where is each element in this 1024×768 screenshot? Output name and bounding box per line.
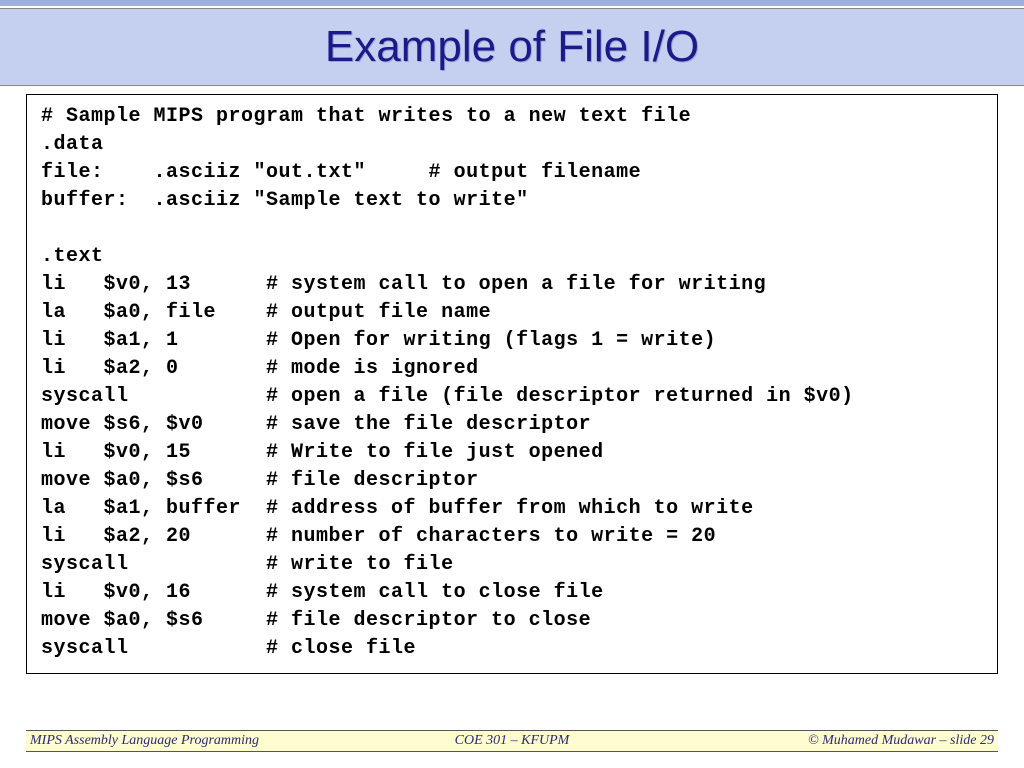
footer-left: MIPS Assembly Language Programming bbox=[30, 733, 351, 749]
slide-title: Example of File I/O bbox=[325, 22, 699, 72]
title-band: Example of File I/O bbox=[0, 8, 1024, 86]
footer-center: COE 301 – KFUPM bbox=[351, 733, 672, 749]
footer: MIPS Assembly Language Programming COE 3… bbox=[26, 730, 998, 752]
slide: Example of File I/O # Sample MIPS progra… bbox=[0, 0, 1024, 768]
code-listing: # Sample MIPS program that writes to a n… bbox=[26, 94, 998, 674]
footer-right: © Muhamed Mudawar – slide 29 bbox=[673, 733, 994, 749]
